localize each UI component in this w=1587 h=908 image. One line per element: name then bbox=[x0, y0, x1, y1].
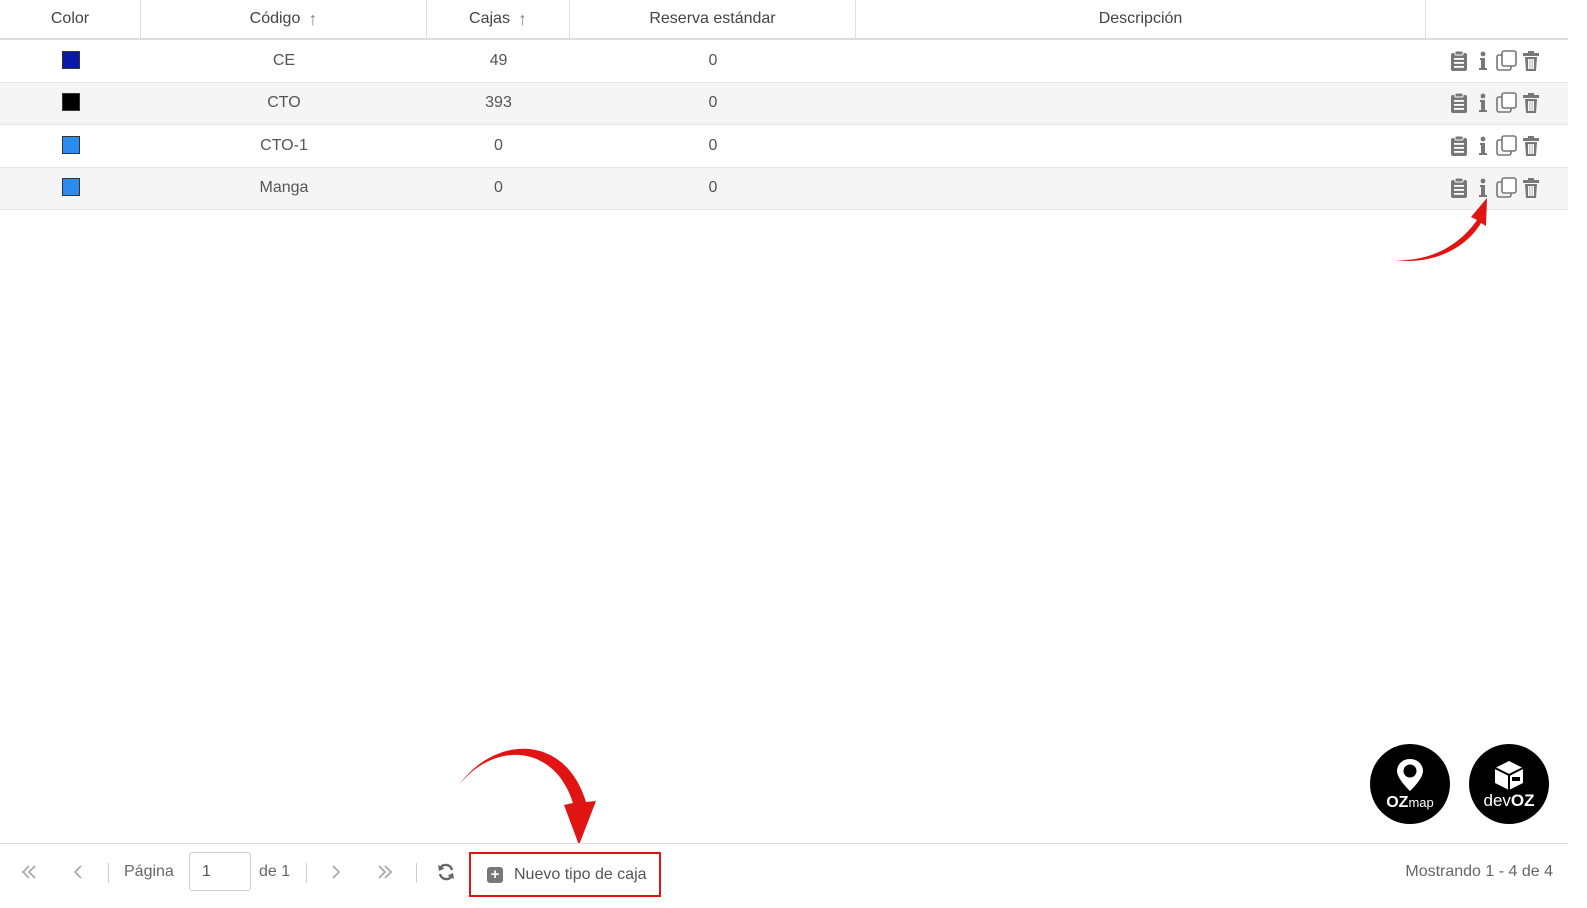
column-header-label: Color bbox=[50, 10, 90, 27]
devoz-logo-text: devOZ bbox=[1483, 791, 1535, 810]
devoz-logo[interactable]: devOZ bbox=[1469, 744, 1549, 824]
table-row[interactable]: Manga 0 0 bbox=[0, 167, 1568, 210]
cell-color bbox=[0, 83, 141, 125]
ozmap-logo-text: OZmap bbox=[1386, 794, 1434, 811]
new-box-type-button[interactable]: + Nuevo tipo de caja bbox=[469, 852, 661, 897]
color-swatch bbox=[61, 178, 80, 197]
duplicate-icon[interactable] bbox=[1496, 91, 1518, 115]
duplicate-icon[interactable] bbox=[1496, 134, 1518, 158]
cell-color bbox=[0, 125, 141, 167]
cell-actions bbox=[1426, 40, 1568, 82]
pager-separator bbox=[108, 863, 109, 883]
cell-color bbox=[0, 40, 141, 82]
clipboard-icon[interactable] bbox=[1448, 176, 1470, 200]
column-header-label: Código bbox=[249, 10, 301, 27]
new-box-type-label: Nuevo tipo de caja bbox=[514, 865, 647, 883]
grid-header: Color Código ↑ Cajas ↑ Reserva estándar De… bbox=[0, 0, 1568, 40]
table-row[interactable]: CTO 393 0 bbox=[0, 82, 1568, 125]
cell-actions bbox=[1426, 83, 1568, 125]
column-header-code[interactable]: Código ↑ bbox=[141, 0, 427, 38]
table-row[interactable]: CE 49 0 bbox=[0, 40, 1568, 83]
cell-description bbox=[856, 168, 1426, 210]
trash-icon[interactable] bbox=[1520, 49, 1542, 73]
color-swatch bbox=[61, 50, 80, 69]
cell-boxes: 0 bbox=[494, 136, 503, 154]
cell-code: Manga bbox=[259, 179, 309, 197]
cell-boxes: 0 bbox=[494, 179, 503, 197]
info-icon[interactable] bbox=[1472, 49, 1494, 73]
cell-code: CTO-1 bbox=[260, 136, 308, 154]
previous-page-button[interactable] bbox=[63, 843, 93, 901]
cell-code: CTO bbox=[267, 94, 301, 112]
cell-description bbox=[856, 83, 1426, 125]
double-chevron-left-icon bbox=[21, 865, 36, 879]
cell-description bbox=[856, 40, 1426, 82]
cell-reserve: 0 bbox=[708, 136, 718, 154]
sort-up-arrow-icon: ↑ bbox=[308, 9, 318, 29]
double-chevron-right-icon bbox=[378, 865, 393, 879]
info-icon[interactable] bbox=[1472, 176, 1494, 200]
annotation-arrow-new-button bbox=[459, 748, 596, 845]
cell-reserve: 0 bbox=[708, 51, 718, 69]
duplicate-icon[interactable] bbox=[1496, 176, 1518, 200]
trash-icon[interactable] bbox=[1520, 134, 1542, 158]
clipboard-icon[interactable] bbox=[1448, 49, 1470, 73]
ozmap-logo[interactable]: OZmap bbox=[1370, 744, 1450, 824]
chevron-left-icon bbox=[73, 865, 82, 879]
cell-color bbox=[0, 168, 141, 210]
column-header-label: Descripción bbox=[1098, 10, 1183, 27]
cell-reserve: 0 bbox=[708, 179, 718, 197]
pager-separator bbox=[306, 863, 307, 883]
trash-icon[interactable] bbox=[1520, 91, 1542, 115]
clipboard-icon[interactable] bbox=[1448, 134, 1470, 158]
cell-code: CE bbox=[272, 51, 296, 69]
cell-description bbox=[856, 125, 1426, 167]
column-header-actions bbox=[1426, 0, 1568, 38]
column-header-label: Cajas bbox=[469, 10, 510, 27]
column-header-boxes[interactable]: Cajas ↑ bbox=[427, 0, 570, 38]
cell-boxes: 393 bbox=[485, 94, 512, 112]
box-icon bbox=[1494, 761, 1524, 790]
column-header-reserve[interactable]: Reserva estándar bbox=[570, 0, 856, 38]
cell-reserve: 0 bbox=[708, 94, 718, 112]
info-icon[interactable] bbox=[1472, 134, 1494, 158]
chevron-right-icon bbox=[332, 865, 341, 879]
column-header-color[interactable]: Color bbox=[0, 0, 141, 38]
table-row[interactable]: CTO-1 0 0 bbox=[0, 125, 1568, 168]
cell-boxes: 49 bbox=[489, 51, 508, 69]
sort-up-arrow-icon: ↑ bbox=[517, 9, 527, 29]
info-icon[interactable] bbox=[1472, 91, 1494, 115]
color-swatch bbox=[61, 93, 80, 112]
map-pin-icon bbox=[1397, 759, 1423, 791]
page-number-input[interactable] bbox=[189, 852, 251, 891]
pager-separator bbox=[416, 863, 417, 883]
cell-actions bbox=[1426, 125, 1568, 167]
records-count-text: Mostrando 1 - 4 de 4 bbox=[1405, 863, 1553, 880]
clipboard-icon[interactable] bbox=[1448, 91, 1470, 115]
trash-icon[interactable] bbox=[1520, 176, 1542, 200]
plus-square-icon: + bbox=[487, 866, 503, 883]
refresh-button[interactable] bbox=[431, 843, 461, 901]
duplicate-icon[interactable] bbox=[1496, 49, 1518, 73]
column-header-description[interactable]: Descripción bbox=[856, 0, 1426, 38]
page-count-label: de 1 bbox=[259, 863, 291, 880]
grid-body: CE 49 0 CTO 393 0 CTO-1 0 0 Manga 0 0 bbox=[0, 40, 1568, 210]
first-page-button[interactable] bbox=[14, 843, 44, 901]
color-swatch bbox=[61, 135, 80, 154]
cell-actions bbox=[1426, 168, 1568, 210]
next-page-button[interactable] bbox=[321, 843, 351, 901]
column-header-label: Reserva estándar bbox=[649, 10, 776, 27]
last-page-button[interactable] bbox=[370, 843, 400, 901]
page-label: Página bbox=[124, 863, 174, 880]
refresh-icon bbox=[438, 863, 454, 881]
